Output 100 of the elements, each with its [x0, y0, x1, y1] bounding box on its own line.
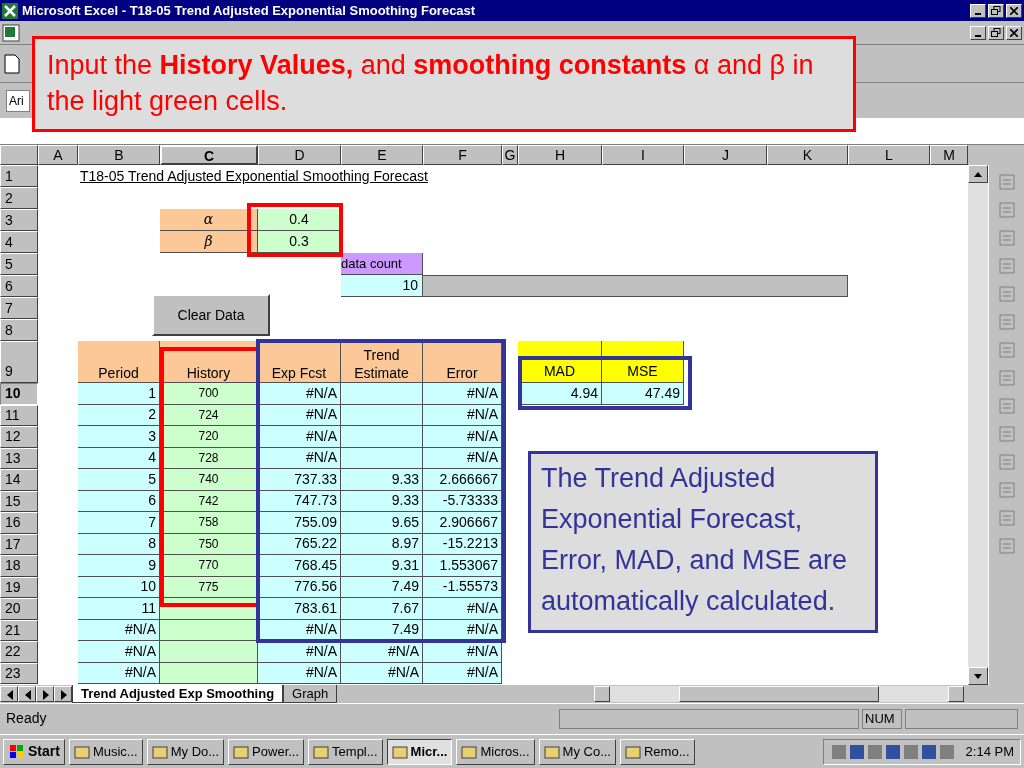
- caret-down-icon: [974, 673, 982, 679]
- column-header[interactable]: A: [38, 145, 78, 165]
- table-cell-text: #N/A: [465, 620, 498, 640]
- row-header[interactable]: 22: [0, 641, 38, 663]
- table-cell-text: #N/A: [386, 663, 419, 683]
- sheet-nav-icon[interactable]: [18, 686, 36, 702]
- history-value: 728: [197, 449, 220, 467]
- column-header[interactable]: M: [930, 145, 968, 165]
- row-header[interactable]: 4: [0, 231, 38, 253]
- history-value: 720: [197, 428, 220, 446]
- clock: 2:14 PM: [965, 742, 1014, 761]
- input-cell[interactable]: [160, 641, 258, 663]
- row-header[interactable]: 8: [0, 319, 38, 341]
- input-cell[interactable]: [160, 662, 258, 684]
- row-header[interactable]: 11: [0, 404, 38, 426]
- scroll-down-button[interactable]: [968, 667, 988, 685]
- row-header[interactable]: 20: [0, 598, 38, 620]
- select-all-button[interactable]: [0, 145, 38, 165]
- table-cell-text: #N/A: [465, 598, 498, 618]
- table-cell-text: #N/A: [123, 641, 156, 661]
- row-header[interactable]: 17: [0, 533, 38, 555]
- table-cell-text: 747.73: [293, 491, 337, 511]
- row-header[interactable]: 23: [0, 662, 38, 684]
- row-header[interactable]: 14: [0, 469, 38, 491]
- close-button[interactable]: [1006, 25, 1022, 40]
- column-header[interactable]: F: [423, 145, 502, 165]
- start-button[interactable]: Start: [3, 738, 65, 765]
- row-header[interactable]: 9: [0, 341, 38, 383]
- table-cell-text: #N/A: [304, 663, 337, 683]
- sheet-tab[interactable]: Graph: [283, 685, 338, 703]
- minimize-button[interactable]: [970, 3, 986, 18]
- table-cell-text: 6: [147, 491, 156, 511]
- taskbar-button[interactable]: Music...: [68, 738, 143, 765]
- row-header[interactable]: 3: [0, 209, 38, 231]
- row-header[interactable]: 21: [0, 619, 38, 641]
- restore-button[interactable]: [988, 25, 1004, 40]
- table-cell-text: 7.49: [390, 577, 419, 597]
- table-cell-text: 783.61: [293, 598, 337, 618]
- font-field[interactable]: Ari: [6, 89, 30, 112]
- summary-header: MSE: [602, 360, 683, 383]
- sheet-tab[interactable]: Trend Adjusted Exp Smoothing: [72, 685, 284, 703]
- table-cell-text: 9.65: [390, 512, 419, 532]
- taskbar-button[interactable]: Power...: [228, 738, 305, 765]
- column-header[interactable]: C: [160, 145, 258, 165]
- taskbar-button[interactable]: My Do...: [146, 738, 225, 765]
- table-cell-text: 3: [147, 426, 156, 446]
- column-header[interactable]: G: [502, 145, 518, 165]
- row-header[interactable]: 16: [0, 512, 38, 534]
- app-icon: [233, 744, 250, 759]
- row-header[interactable]: 10: [0, 383, 38, 405]
- row-header[interactable]: 1: [0, 165, 38, 187]
- scroll-thumb[interactable]: [679, 686, 879, 702]
- taskbar-button[interactable]: Micros...: [456, 738, 535, 765]
- app-icon: [151, 744, 168, 759]
- row-header[interactable]: 12: [0, 426, 38, 448]
- clear-data-button[interactable]: Clear Data: [152, 294, 270, 336]
- taskbar-button[interactable]: Templ...: [308, 738, 383, 765]
- vertical-scrollbar[interactable]: [968, 165, 988, 685]
- table-cell-text: 9.31: [390, 555, 419, 575]
- column-header[interactable]: H: [518, 145, 602, 165]
- scroll-up-button[interactable]: [968, 165, 988, 183]
- table-cell-text: 2.906667: [438, 512, 498, 532]
- row-header[interactable]: 5: [0, 253, 38, 275]
- row-header[interactable]: 2: [0, 187, 38, 209]
- close-button[interactable]: [1006, 3, 1022, 18]
- column-header[interactable]: E: [341, 145, 423, 165]
- column-header[interactable]: K: [767, 145, 848, 165]
- column-header[interactable]: I: [602, 145, 684, 165]
- row-header[interactable]: 15: [0, 490, 38, 512]
- column-header: Trend Estimate: [353, 346, 410, 382]
- minimize-button[interactable]: [970, 25, 986, 40]
- num-lock-indicator: NUM: [862, 708, 902, 729]
- row-header[interactable]: 18: [0, 555, 38, 577]
- spreadsheet-app-icon: [2, 2, 18, 19]
- taskbar-button[interactable]: My Co...: [538, 738, 616, 765]
- column-header[interactable]: B: [78, 145, 160, 165]
- column-header[interactable]: J: [684, 145, 767, 165]
- taskbar-button[interactable]: Micr...: [386, 738, 453, 765]
- scroll-left-button[interactable]: [594, 686, 610, 702]
- history-value: 724: [197, 406, 220, 424]
- row-header[interactable]: 6: [0, 275, 38, 297]
- data-count-label: data count: [341, 254, 403, 273]
- row-header[interactable]: 7: [0, 297, 38, 319]
- row-header[interactable]: 19: [0, 576, 38, 598]
- row-header[interactable]: 13: [0, 447, 38, 469]
- sheet-nav-icon[interactable]: [54, 686, 72, 702]
- restore-button[interactable]: [988, 3, 1004, 18]
- sheet-nav-icon[interactable]: [36, 686, 54, 702]
- new-document-icon[interactable]: [4, 53, 20, 74]
- table-cell-text: #N/A: [465, 405, 498, 425]
- table-cell-text: 755.09: [293, 512, 337, 532]
- table-cell-text: 47.49: [643, 383, 680, 403]
- column-header[interactable]: L: [848, 145, 930, 165]
- sheet-nav-icon[interactable]: [0, 686, 18, 702]
- scroll-right-button[interactable]: [948, 686, 964, 702]
- taskbar-button[interactable]: Remo...: [620, 738, 695, 765]
- app-icon: [625, 744, 641, 759]
- horizontal-scrollbar[interactable]: [594, 686, 964, 702]
- column-header[interactable]: D: [258, 145, 341, 165]
- callout-note: Input the History Values, and smoothing constants α and β in the light green cells.: [32, 36, 856, 132]
